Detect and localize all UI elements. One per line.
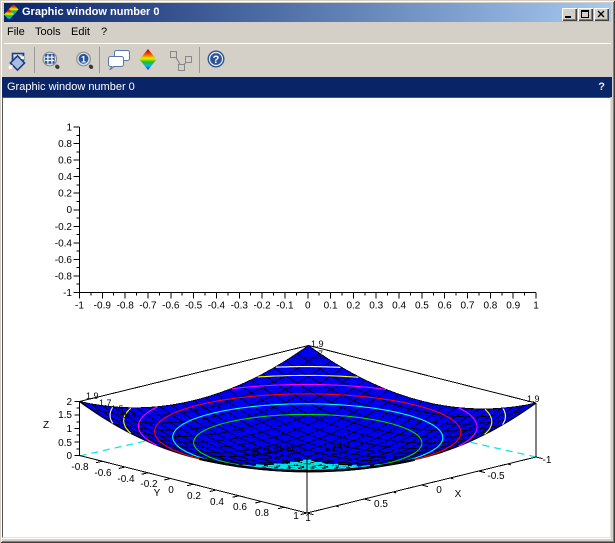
svg-text:0.6: 0.6 [233,502,247,513]
svg-text:-0.5: -0.5 [487,471,505,482]
svg-text:0: 0 [66,451,72,462]
svg-text:0.5: 0.5 [58,438,72,449]
svg-text:-0.8: -0.8 [55,271,73,282]
svg-text:1.5: 1.5 [111,404,124,414]
svg-text:1.7: 1.7 [290,443,303,453]
svg-text:0.2: 0.2 [187,491,201,502]
svg-text:0: 0 [66,205,72,216]
svg-text:1.3: 1.3 [266,446,279,456]
svg-text:-1: -1 [63,288,72,299]
svg-text:-0.6: -0.6 [162,301,180,312]
svg-text:0.5: 0.5 [374,499,388,510]
svg-text:-0.3: -0.3 [231,301,249,312]
svg-text:1: 1 [533,301,539,312]
svg-text:0.7: 0.7 [461,301,475,312]
svg-text:-0.7: -0.7 [139,301,157,312]
svg-text:0.2: 0.2 [58,189,72,200]
svg-text:1: 1 [293,511,299,522]
svg-text:-1: -1 [75,301,84,312]
svg-text:0: 0 [168,485,174,496]
svg-text:0.2: 0.2 [346,301,360,312]
svg-text:-0.8: -0.8 [117,301,135,312]
svg-text:0.8: 0.8 [255,508,269,519]
svg-text:-0.9: -0.9 [94,301,112,312]
svg-text:X: X [455,489,462,500]
svg-text:1: 1 [305,513,311,524]
svg-text:1.9: 1.9 [311,339,324,349]
svg-text:1: 1 [66,123,72,134]
svg-text:-0.6: -0.6 [94,468,112,479]
svg-text:-0.5: -0.5 [185,301,203,312]
svg-text:1: 1 [66,424,72,435]
svg-text:-0.6: -0.6 [55,255,73,266]
svg-text:1.1: 1.1 [278,444,291,454]
svg-text:1.7: 1.7 [99,398,112,408]
svg-text:Y: Y [154,488,161,499]
svg-text:-0.4: -0.4 [208,301,226,312]
svg-text:-0.2: -0.2 [253,301,271,312]
svg-text:1.3: 1.3 [123,410,136,420]
svg-text:2: 2 [66,397,72,408]
svg-text:0.8: 0.8 [58,139,72,150]
svg-text:-1: -1 [543,455,552,466]
svg-text:0.5: 0.5 [415,301,429,312]
svg-text:0.3: 0.3 [369,301,383,312]
svg-text:0.1: 0.1 [324,301,338,312]
svg-text:0: 0 [436,485,442,496]
svg-text:-0.4: -0.4 [55,238,73,249]
svg-text:7: 7 [318,349,323,359]
svg-text:1.9: 1.9 [243,447,256,457]
svg-text:1.9: 1.9 [86,391,99,401]
svg-text:0: 0 [305,301,311,312]
svg-text:0.6: 0.6 [58,156,72,167]
svg-text:1.1: 1.1 [338,440,351,450]
svg-text:0.4: 0.4 [58,172,72,183]
svg-text:0.6: 0.6 [438,301,452,312]
svg-text:-0.4: -0.4 [117,474,135,485]
svg-text:0.4: 0.4 [392,301,406,312]
svg-text:-0.1: -0.1 [276,301,294,312]
svg-text:1.9: 1.9 [527,394,540,404]
svg-text:1.5: 1.5 [58,410,72,421]
svg-text:0.4: 0.4 [210,497,224,508]
svg-text:-0.8: -0.8 [71,462,89,473]
svg-text:0.9: 0.9 [506,301,520,312]
svg-text:0.8: 0.8 [483,301,497,312]
svg-text:-0.2: -0.2 [55,222,73,233]
svg-text:Z: Z [43,420,49,431]
